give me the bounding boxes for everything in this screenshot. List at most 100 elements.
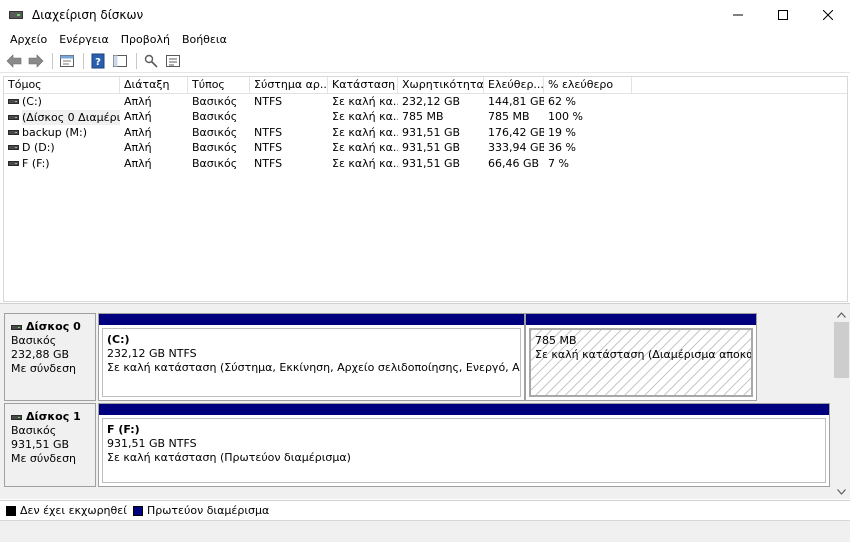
legend-swatch-unallocated: [6, 505, 16, 516]
partition-status: Σε καλή κατάσταση (Πρωτεύον διαμέρισμα): [107, 451, 351, 464]
volume-filesystem: NTFS: [254, 95, 283, 108]
volume-icon: [8, 145, 19, 151]
window-controls: [715, 0, 850, 30]
column-header-layout[interactable]: Διάταξη: [120, 77, 188, 94]
disk-type: Βασικός: [11, 334, 57, 347]
window-title: Διαχείριση δίσκων: [32, 8, 144, 22]
disk-icon: [11, 414, 22, 420]
disk-view-scrollbar[interactable]: [833, 307, 850, 499]
volume-capacity: 785 MB: [402, 110, 444, 124]
settings-list-icon: [166, 54, 180, 67]
column-header-status[interactable]: Κατάσταση: [328, 77, 398, 94]
minimize-button[interactable]: [715, 0, 760, 30]
volume-status: Σε καλή κα...: [332, 141, 398, 155]
toolbar-separator: [136, 52, 137, 69]
menu-action[interactable]: Ενέργεια: [53, 33, 114, 46]
volume-row[interactable]: (Δίσκος 0 Διαμέρι... Απλή Βασικός Σε καλ…: [4, 109, 847, 125]
partition-name: F (F:): [107, 423, 140, 436]
help-icon: ?: [91, 53, 105, 68]
volume-filesystem: [250, 109, 328, 124]
volume-list: Τόμος Διάταξη Τύπος Σύστημα αρ... Κατάστ…: [3, 76, 848, 302]
volume-percent-free: 19 %: [548, 125, 576, 139]
partition-c[interactable]: (C:) 232,12 GB NTFS Σε καλή κατάσταση (Σ…: [98, 313, 525, 401]
partition-f[interactable]: F (F:) 931,51 GB NTFS Σε καλή κατάσταση …: [98, 403, 830, 487]
toolbar-separator: [83, 52, 84, 69]
column-header-free[interactable]: Ελεύθερ...: [484, 77, 544, 94]
column-header-type[interactable]: Τύπος: [188, 77, 250, 94]
volume-row[interactable]: (C:) Απλή Βασικός NTFS Σε καλή κα... 232…: [4, 94, 847, 109]
volume-percent-free: 100 %: [548, 110, 583, 124]
partition-bar: [99, 404, 829, 415]
maximize-button[interactable]: [760, 0, 805, 30]
scroll-down-button[interactable]: [833, 484, 850, 499]
legend: Δεν έχει εκχωρηθεί Πρωτεύον διαμέρισμα: [0, 500, 850, 520]
chevron-up-icon: [837, 311, 846, 318]
volume-capacity: 931,51 GB: [402, 125, 461, 139]
settings-list-button[interactable]: [163, 51, 183, 71]
volume-percent-free: 7 %: [548, 156, 569, 170]
partition-status: Σε καλή κατάσταση (Διαμέρισμα αποκατάστα: [535, 348, 753, 361]
help-button[interactable]: ?: [88, 51, 108, 71]
volume-layout: Απλή: [124, 95, 152, 108]
disk-1-label[interactable]: Δίσκος 1 Βασικός 931,51 GB Με σύνδεση: [4, 403, 96, 487]
partition-bar: [99, 314, 524, 325]
volume-row[interactable]: D (D:) Απλή Βασικός NTFS Σε καλή κα... 9…: [4, 140, 847, 155]
connect-button[interactable]: [141, 51, 161, 71]
volume-free: 333,94 GB: [488, 141, 544, 155]
volume-filesystem: NTFS: [254, 125, 283, 139]
disk-size: 931,51 GB: [11, 438, 70, 451]
maximize-icon: [777, 10, 788, 20]
disk-name: Δίσκος 1: [26, 410, 81, 423]
volume-type: Βασικός: [192, 156, 238, 170]
partition-size: 931,51 GB NTFS: [107, 437, 197, 450]
disk-0-row: Δίσκος 0 Βασικός 232,88 GB Με σύνδεση (C…: [4, 313, 830, 401]
back-button[interactable]: [4, 51, 24, 71]
legend-label-primary: Πρωτεύον διαμέρισμα: [146, 504, 270, 517]
toolbar: ?: [0, 49, 850, 73]
disk-1-row: Δίσκος 1 Βασικός 931,51 GB Με σύνδεση F …: [4, 403, 830, 487]
disk-size: 232,88 GB: [11, 348, 70, 361]
partition-recovery[interactable]: 785 MB Σε καλή κατάσταση (Διαμέρισμα απο…: [525, 313, 757, 401]
menu-help[interactable]: Βοήθεια: [176, 33, 233, 46]
menu-file[interactable]: Αρχείο: [4, 33, 53, 46]
scroll-thumb[interactable]: [834, 322, 849, 378]
disk-type: Βασικός: [11, 424, 57, 437]
disk-name: Δίσκος 0: [26, 320, 81, 333]
scroll-up-button[interactable]: [833, 307, 850, 322]
volume-name: (Δίσκος 0 Διαμέρι...: [22, 109, 120, 125]
properties-button[interactable]: [57, 51, 77, 71]
disk-management-app-icon: [8, 7, 24, 23]
volume-capacity: 232,12 GB: [402, 95, 461, 108]
partition-size: 785 MB: [535, 334, 577, 347]
volume-icon: [8, 129, 19, 135]
column-header-volume[interactable]: Τόμος: [4, 77, 120, 94]
disk-state: Με σύνδεση: [11, 362, 77, 375]
volume-status: Σε καλή κα...: [332, 156, 398, 170]
disk-0-partitions: (C:) 232,12 GB NTFS Σε καλή κατάσταση (Σ…: [98, 313, 757, 401]
volume-name: F (F:): [22, 156, 50, 170]
volume-status: Σε καλή κα...: [332, 125, 398, 139]
partition-status: Σε καλή κατάσταση (Σύστημα, Εκκίνηση, Αρ…: [107, 361, 520, 374]
volume-icon: [8, 99, 19, 105]
disk-state: Με σύνδεση: [11, 452, 77, 465]
column-header-percent-free[interactable]: % ελεύθερο: [544, 77, 632, 94]
column-header-capacity[interactable]: Χωρητικότητα: [398, 77, 484, 94]
status-bar: [0, 520, 850, 542]
close-button[interactable]: [805, 0, 850, 30]
minimize-icon: [732, 14, 743, 16]
volume-filesystem: NTFS: [254, 156, 283, 170]
volume-free: 66,46 GB: [488, 156, 540, 170]
volume-row[interactable]: backup (M:) Απλή Βασικός NTFS Σε καλή κα…: [4, 125, 847, 140]
menu-view[interactable]: Προβολή: [115, 33, 176, 46]
volume-icon: [8, 114, 19, 120]
chevron-down-icon: [837, 488, 846, 495]
panel-button[interactable]: [110, 51, 130, 71]
volume-type: Βασικός: [192, 141, 238, 155]
forward-button[interactable]: [26, 51, 46, 71]
column-header-filesystem[interactable]: Σύστημα αρ...: [250, 77, 328, 94]
volume-row[interactable]: F (F:) Απλή Βασικός NTFS Σε καλή κα... 9…: [4, 156, 847, 171]
volume-status: Σε καλή κα...: [332, 110, 398, 124]
disk-0-label[interactable]: Δίσκος 0 Βασικός 232,88 GB Με σύνδεση: [4, 313, 96, 401]
disk-graph-view: Δίσκος 0 Βασικός 232,88 GB Με σύνδεση (C…: [0, 307, 850, 499]
partition-name: (C:): [107, 333, 130, 346]
